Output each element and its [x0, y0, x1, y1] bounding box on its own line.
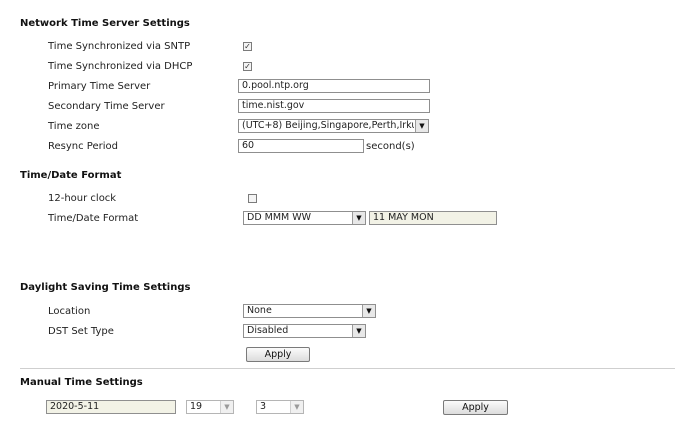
primary-server-input[interactable]: 0.pool.ntp.org — [238, 79, 430, 93]
resync-unit: second(s) — [366, 141, 415, 152]
manual-section-title: Manual Time Settings — [20, 377, 143, 388]
dst-type-value: Disabled — [247, 325, 289, 336]
time-date-format-label: Time/Date Format — [48, 213, 139, 224]
primary-server-label: Primary Time Server — [48, 81, 151, 92]
chevron-down-icon[interactable]: ▼ — [352, 212, 365, 224]
dst-location-select[interactable]: None ▼ — [243, 304, 376, 318]
dst-apply-button[interactable]: Apply — [246, 347, 310, 362]
chevron-down-icon[interactable]: ▼ — [290, 401, 303, 413]
manual-minute-select[interactable]: 3 ▼ — [256, 400, 304, 414]
time-date-format-select[interactable]: DD MMM WW ▼ — [243, 211, 366, 225]
dst-section-title: Daylight Saving Time Settings — [20, 282, 191, 293]
manual-hour-select[interactable]: 19 ▼ — [186, 400, 234, 414]
sntp-label: Time Synchronized via SNTP — [48, 41, 191, 52]
chevron-down-icon[interactable]: ▼ — [352, 325, 365, 337]
section-divider — [20, 368, 675, 369]
dst-type-label: DST Set Type — [48, 326, 114, 337]
timezone-value: (UTC+8) Beijing,Singapore,Perth,Irkutsk — [242, 120, 414, 131]
clock12-label: 12-hour clock — [48, 193, 117, 204]
resync-period-label: Resync Period — [48, 141, 118, 152]
manual-apply-button[interactable]: Apply — [443, 400, 508, 415]
timezone-label: Time zone — [48, 121, 100, 132]
manual-minute-value: 3 — [260, 401, 267, 412]
chevron-down-icon[interactable]: ▼ — [415, 120, 428, 132]
chevron-down-icon[interactable]: ▼ — [220, 401, 233, 413]
dhcp-label: Time Synchronized via DHCP — [48, 61, 193, 72]
time-date-format-preview: 11 MAY MON — [369, 211, 497, 225]
time-date-format-value: DD MMM WW — [247, 212, 312, 223]
clock12-checkbox[interactable] — [248, 194, 257, 203]
manual-hour-value: 19 — [190, 401, 203, 412]
ntp-section-title: Network Time Server Settings — [20, 18, 190, 29]
dst-type-select[interactable]: Disabled ▼ — [243, 324, 366, 338]
format-section-title: Time/Date Format — [20, 170, 122, 181]
dst-location-label: Location — [48, 306, 91, 317]
manual-date-input[interactable]: 2020-5-11 — [46, 400, 176, 414]
secondary-server-label: Secondary Time Server — [48, 101, 165, 112]
dhcp-checkbox[interactable]: ✓ — [243, 62, 252, 71]
secondary-server-input[interactable]: time.nist.gov — [238, 99, 430, 113]
sntp-checkbox[interactable]: ✓ — [243, 42, 252, 51]
chevron-down-icon[interactable]: ▼ — [362, 305, 375, 317]
resync-period-input[interactable]: 60 — [238, 139, 364, 153]
timezone-select[interactable]: (UTC+8) Beijing,Singapore,Perth,Irkutsk … — [238, 119, 429, 133]
dst-location-value: None — [247, 305, 272, 316]
